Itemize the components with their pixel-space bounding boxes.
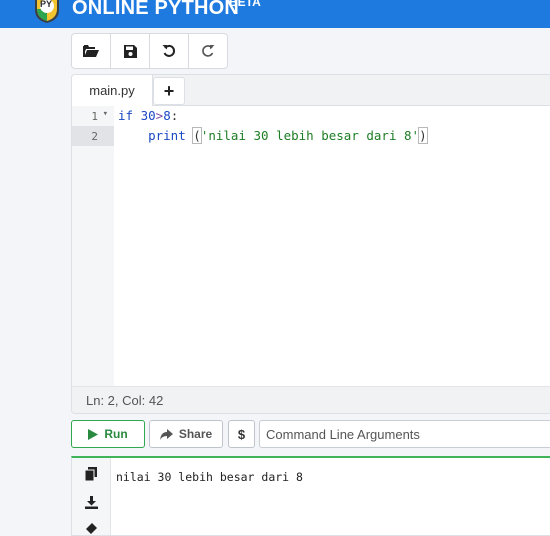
output-panel: nilai 30 lebih besar dari 8 bbox=[71, 456, 550, 536]
open-folder-icon bbox=[83, 45, 99, 57]
indent-token bbox=[118, 128, 148, 143]
undo-icon bbox=[162, 44, 176, 57]
save-icon bbox=[123, 44, 137, 58]
colon-token: : bbox=[170, 108, 179, 123]
function-token: print bbox=[148, 128, 186, 143]
run-label: Run bbox=[104, 427, 128, 441]
add-tab-button[interactable]: + bbox=[153, 77, 185, 105]
line-number: 1 bbox=[91, 110, 98, 123]
command-line-arguments-input[interactable] bbox=[259, 420, 550, 448]
number-token: 30 bbox=[140, 108, 156, 123]
code-area[interactable]: if 30>8: print ('nilai 30 lebih besar da… bbox=[118, 106, 550, 386]
close-paren-token: ) bbox=[418, 127, 428, 144]
share-icon bbox=[159, 428, 173, 440]
keyword-token: if bbox=[118, 108, 134, 123]
line-number: 2 bbox=[91, 130, 98, 143]
code-line: print ('nilai 30 lebih besar dari 8') bbox=[118, 126, 428, 146]
download-icon bbox=[84, 495, 98, 509]
gutter-line: 1 ▾ bbox=[72, 106, 114, 126]
share-label: Share bbox=[178, 427, 213, 441]
redo-icon bbox=[202, 45, 215, 57]
logo-text: PY bbox=[40, 0, 53, 9]
run-button[interactable]: Run bbox=[71, 420, 145, 448]
beta-badge: BETA bbox=[229, 0, 261, 9]
play-icon bbox=[88, 428, 99, 440]
output-sidebar bbox=[72, 458, 111, 535]
editor-status-bar: Ln: 2, Col: 42 bbox=[72, 386, 550, 413]
output-text: nilai 30 lebih besar dari 8 bbox=[116, 470, 303, 484]
editor-tabs: main.py + bbox=[72, 75, 550, 106]
code-line: if 30>8: bbox=[118, 106, 178, 126]
command-args-toggle-button[interactable]: $ bbox=[228, 420, 255, 448]
share-button[interactable]: Share bbox=[149, 420, 223, 448]
gutter-line-active: 2 bbox=[72, 126, 114, 146]
redo-button[interactable] bbox=[189, 34, 227, 68]
code-editor: main.py + 1 ▾ 2 if 30>8: print ('nilai 3… bbox=[71, 74, 550, 414]
eraser-icon bbox=[85, 522, 97, 534]
string-token: 'nilai 30 lebih besar dari 8' bbox=[200, 128, 420, 143]
line-gutter: 1 ▾ 2 bbox=[72, 106, 114, 386]
undo-button[interactable] bbox=[150, 34, 189, 68]
copy-output-button[interactable] bbox=[83, 466, 99, 482]
number-token: 8 bbox=[163, 108, 171, 123]
app-header: PY ONLINE PYTHON BETA bbox=[0, 0, 550, 28]
cursor-position: Ln: 2, Col: 42 bbox=[86, 392, 164, 408]
file-toolbar bbox=[71, 33, 228, 69]
clear-output-button[interactable] bbox=[83, 520, 99, 535]
open-button[interactable] bbox=[72, 34, 111, 68]
save-button[interactable] bbox=[111, 34, 150, 68]
copy-icon bbox=[85, 467, 97, 481]
app-title[interactable]: ONLINE PYTHON bbox=[72, 0, 239, 20]
tab-main-py[interactable]: main.py bbox=[72, 75, 153, 106]
download-output-button[interactable] bbox=[83, 494, 99, 510]
fold-arrow-icon[interactable]: ▾ bbox=[103, 109, 108, 119]
